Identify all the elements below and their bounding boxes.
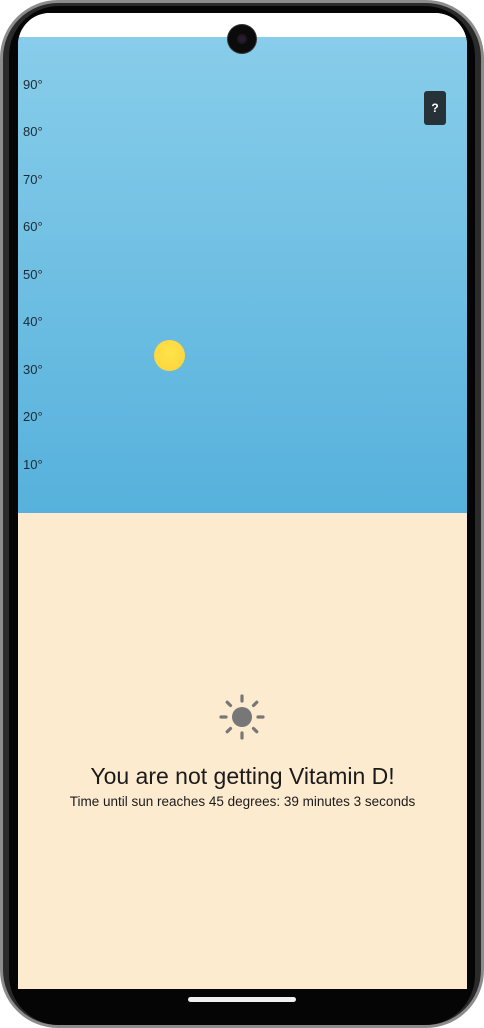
front-camera <box>228 25 256 53</box>
sun-icon <box>219 694 265 740</box>
altitude-label-20: 20° <box>23 409 43 424</box>
camera-lens <box>237 34 247 44</box>
altitude-label-70: 70° <box>23 172 43 187</box>
altitude-label-10: 10° <box>23 457 43 472</box>
sky-view: 90° 80° 70° 60° 50° 40° 30° 20° 10° ? <box>18 37 467 513</box>
altitude-label-40: 40° <box>23 314 43 329</box>
status-panel <box>18 513 467 989</box>
altitude-label-60: 60° <box>23 219 43 234</box>
vitamin-d-status-message: You are not getting Vitamin D! <box>90 763 395 789</box>
home-indicator[interactable] <box>188 997 296 1002</box>
altitude-label-80: 80° <box>23 124 43 139</box>
app-screen: 90° 80° 70° 60° 50° 40° 30° 20° 10° ? Yo… <box>18 13 467 1003</box>
sun-position-marker <box>154 340 185 371</box>
help-button[interactable]: ? <box>424 91 446 125</box>
altitude-label-90: 90° <box>23 77 43 92</box>
altitude-label-50: 50° <box>23 267 43 282</box>
time-until-45-degrees: Time until sun reaches 45 degrees: 39 mi… <box>69 794 416 809</box>
altitude-label-30: 30° <box>23 362 43 377</box>
